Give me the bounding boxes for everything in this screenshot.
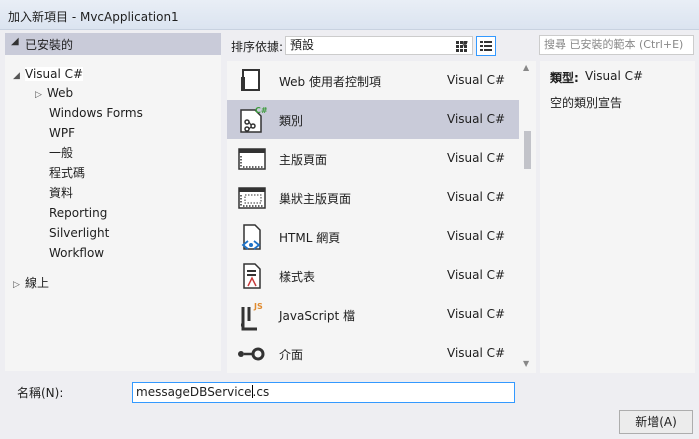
- interface-icon: [238, 347, 265, 361]
- html-page-icon: [241, 224, 261, 250]
- title-bar: 加入新項目 - MvcApplication1: [0, 0, 699, 30]
- nested-master-page-icon: [238, 187, 266, 209]
- installed-header[interactable]: ◢ 已安裝的: [5, 33, 221, 55]
- scrollbar-thumb[interactable]: [524, 131, 531, 169]
- scroll-down-icon[interactable]: ▼: [523, 359, 529, 368]
- tree-item-online[interactable]: ▷ 線上: [13, 274, 49, 292]
- type-value: Visual C#: [585, 69, 644, 83]
- template-row-javascript-file[interactable]: JS JavaScript 檔 Visual C#: [227, 295, 519, 334]
- expanded-arrow-icon[interactable]: ◢: [13, 67, 25, 85]
- sort-toolbar: 排序依據: 預設 ▼: [227, 33, 536, 57]
- medium-icons-view-button[interactable]: [451, 36, 471, 56]
- tree-item-wpf[interactable]: WPF: [49, 124, 75, 142]
- tree-item-silverlight[interactable]: Silverlight: [49, 224, 109, 242]
- collapsed-arrow-icon[interactable]: ▷: [35, 86, 47, 104]
- tree-item-workflow[interactable]: Workflow: [49, 244, 104, 262]
- sort-value: 預設: [290, 38, 315, 52]
- master-page-icon: [238, 148, 266, 170]
- small-icons-view-button[interactable]: [476, 36, 496, 56]
- tree-item-visual-csharp[interactable]: ◢ Visual C#: [13, 65, 84, 85]
- grid-view-icon: [456, 41, 467, 52]
- tree-item-reporting[interactable]: Reporting: [49, 204, 107, 222]
- collapse-arrow-icon[interactable]: ◢: [11, 36, 19, 47]
- tree-item-windows-forms[interactable]: Windows Forms: [49, 104, 143, 122]
- template-row-nested-master-page[interactable]: 巢狀主版頁面 Visual C#: [227, 178, 519, 217]
- stylesheet-icon: [243, 263, 261, 289]
- sort-dropdown[interactable]: 預設 ▼: [285, 36, 473, 55]
- window-title: 加入新項目 - MvcApplication1: [8, 10, 179, 24]
- template-row-html-page[interactable]: HTML 網頁 Visual C#: [227, 217, 519, 256]
- svg-text:C#: C#: [255, 106, 267, 115]
- installed-label: 已安裝的: [25, 38, 74, 52]
- list-view-icon: [480, 41, 492, 51]
- template-row-web-user-control[interactable]: Web 使用者控制項 Visual C#: [227, 61, 519, 100]
- tree-item-data[interactable]: 資料: [49, 184, 73, 202]
- template-list-scrollbar[interactable]: ▲ ▼: [519, 61, 536, 373]
- sort-label: 排序依據:: [231, 40, 284, 54]
- scroll-up-icon[interactable]: ▲: [523, 63, 529, 72]
- template-row-class[interactable]: C# 類別 Visual C#: [227, 100, 519, 139]
- javascript-file-icon: JS: [241, 302, 263, 331]
- template-row-interface[interactable]: 介面 Visual C#: [227, 334, 519, 373]
- collapsed-arrow-icon[interactable]: ▷: [13, 276, 25, 294]
- class-icon: C#: [240, 106, 267, 133]
- tree-item-general[interactable]: 一般: [49, 144, 73, 162]
- template-list: Web 使用者控制項 Visual C# C# 類別 Visual C# 主版頁…: [227, 61, 536, 373]
- name-field-label: 名稱(N):: [17, 386, 64, 400]
- template-description: 空的類別宣告: [550, 96, 623, 110]
- category-pane: ◢ 已安裝的 ◢ Visual C# ▷ Web Windows Forms WPF…: [5, 33, 221, 371]
- file-name-input[interactable]: messageDBService.cs: [132, 382, 515, 403]
- svg-text:JS: JS: [253, 302, 263, 311]
- add-button[interactable]: 新增(A): [619, 410, 693, 434]
- tree-item-code[interactable]: 程式碼: [49, 164, 85, 182]
- web-user-control-icon: [241, 69, 260, 91]
- template-row-master-page[interactable]: 主版頁面 Visual C#: [227, 139, 519, 178]
- template-details-pane: 類型: Visual C# 空的類別宣告: [540, 61, 695, 373]
- type-label: 類型:: [550, 71, 579, 85]
- template-row-stylesheet[interactable]: 樣式表 Visual C#: [227, 256, 519, 295]
- template-search-input[interactable]: 搜尋 已安裝的範本 (Ctrl+E): [539, 35, 694, 55]
- tree-item-web[interactable]: ▷ Web: [35, 84, 73, 102]
